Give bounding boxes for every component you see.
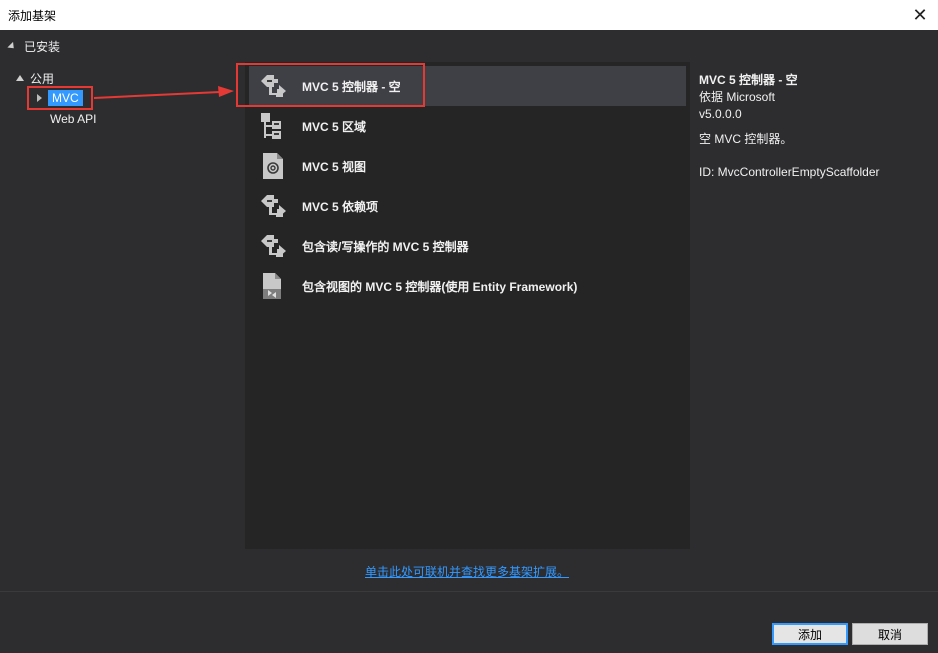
list-item-mvc5-controller-ef[interactable]: 包含视图的 MVC 5 控制器(使用 Entity Framework) [249, 266, 686, 306]
dependency-icon [261, 195, 286, 217]
collapse-triangle-icon[interactable] [7, 41, 17, 51]
expander-arrow-icon[interactable] [37, 94, 42, 102]
title-bar: 添加基架 ✕ [0, 0, 938, 30]
add-button[interactable]: 添加 [772, 623, 848, 645]
details-version: v5.0.0.0 [699, 107, 742, 121]
controller-icon [261, 235, 286, 257]
tree-item-mvc-label: MVC [48, 90, 83, 106]
details-publisher: 依据 Microsoft [699, 90, 776, 104]
list-item-label: MVC 5 区域 [302, 119, 367, 134]
list-item-label: 包含读/写操作的 MVC 5 控制器 [302, 239, 469, 254]
expand-triangle-icon[interactable] [16, 75, 24, 81]
tree-installed[interactable]: 已安装 [7, 38, 61, 54]
close-icon[interactable]: ✕ [908, 3, 932, 27]
tree-item-webapi[interactable]: Web API [50, 112, 96, 126]
tree-item-mvc[interactable]: MVC [27, 86, 93, 110]
scaffold-list: MVC 5 控制器 - 空 MVC 5 区域 MVC 5 视图 MVC 5 依赖… [245, 62, 690, 549]
list-item-label: 包含视图的 MVC 5 控制器(使用 Entity Framework) [302, 279, 578, 294]
area-icon [261, 113, 281, 139]
details-description: 空 MVC 控制器。 [699, 132, 793, 146]
tree-public[interactable]: 公用 [16, 70, 54, 86]
details-name: MVC 5 控制器 - 空 [699, 73, 798, 87]
list-item-label: MVC 5 视图 [302, 159, 367, 174]
highlight-box-selected-item [236, 63, 425, 107]
window-title: 添加基架 [8, 9, 57, 23]
list-item-mvc5-controller-readwrite[interactable]: 包含读/写操作的 MVC 5 控制器 [249, 226, 686, 266]
online-extensions-link[interactable]: 单击此处可联机并查找更多基架扩展。 [365, 563, 569, 580]
view-icon [262, 152, 284, 180]
tree-public-label: 公用 [30, 71, 55, 86]
list-item-mvc5-area[interactable]: MVC 5 区域 [249, 106, 686, 146]
list-item-label: MVC 5 依赖项 [302, 199, 379, 214]
controller-views-icon [263, 273, 281, 299]
details-panel: MVC 5 控制器 - 空 依据 Microsoft v5.0.0.0 空 MV… [699, 72, 880, 181]
tree-installed-label: 已安装 [24, 39, 61, 54]
list-item-mvc5-view[interactable]: MVC 5 视图 [249, 146, 686, 186]
details-id: ID: MvcControllerEmptyScaffolder [699, 165, 880, 179]
list-item-mvc5-dependency[interactable]: MVC 5 依赖项 [249, 186, 686, 226]
cancel-button[interactable]: 取消 [852, 623, 928, 645]
